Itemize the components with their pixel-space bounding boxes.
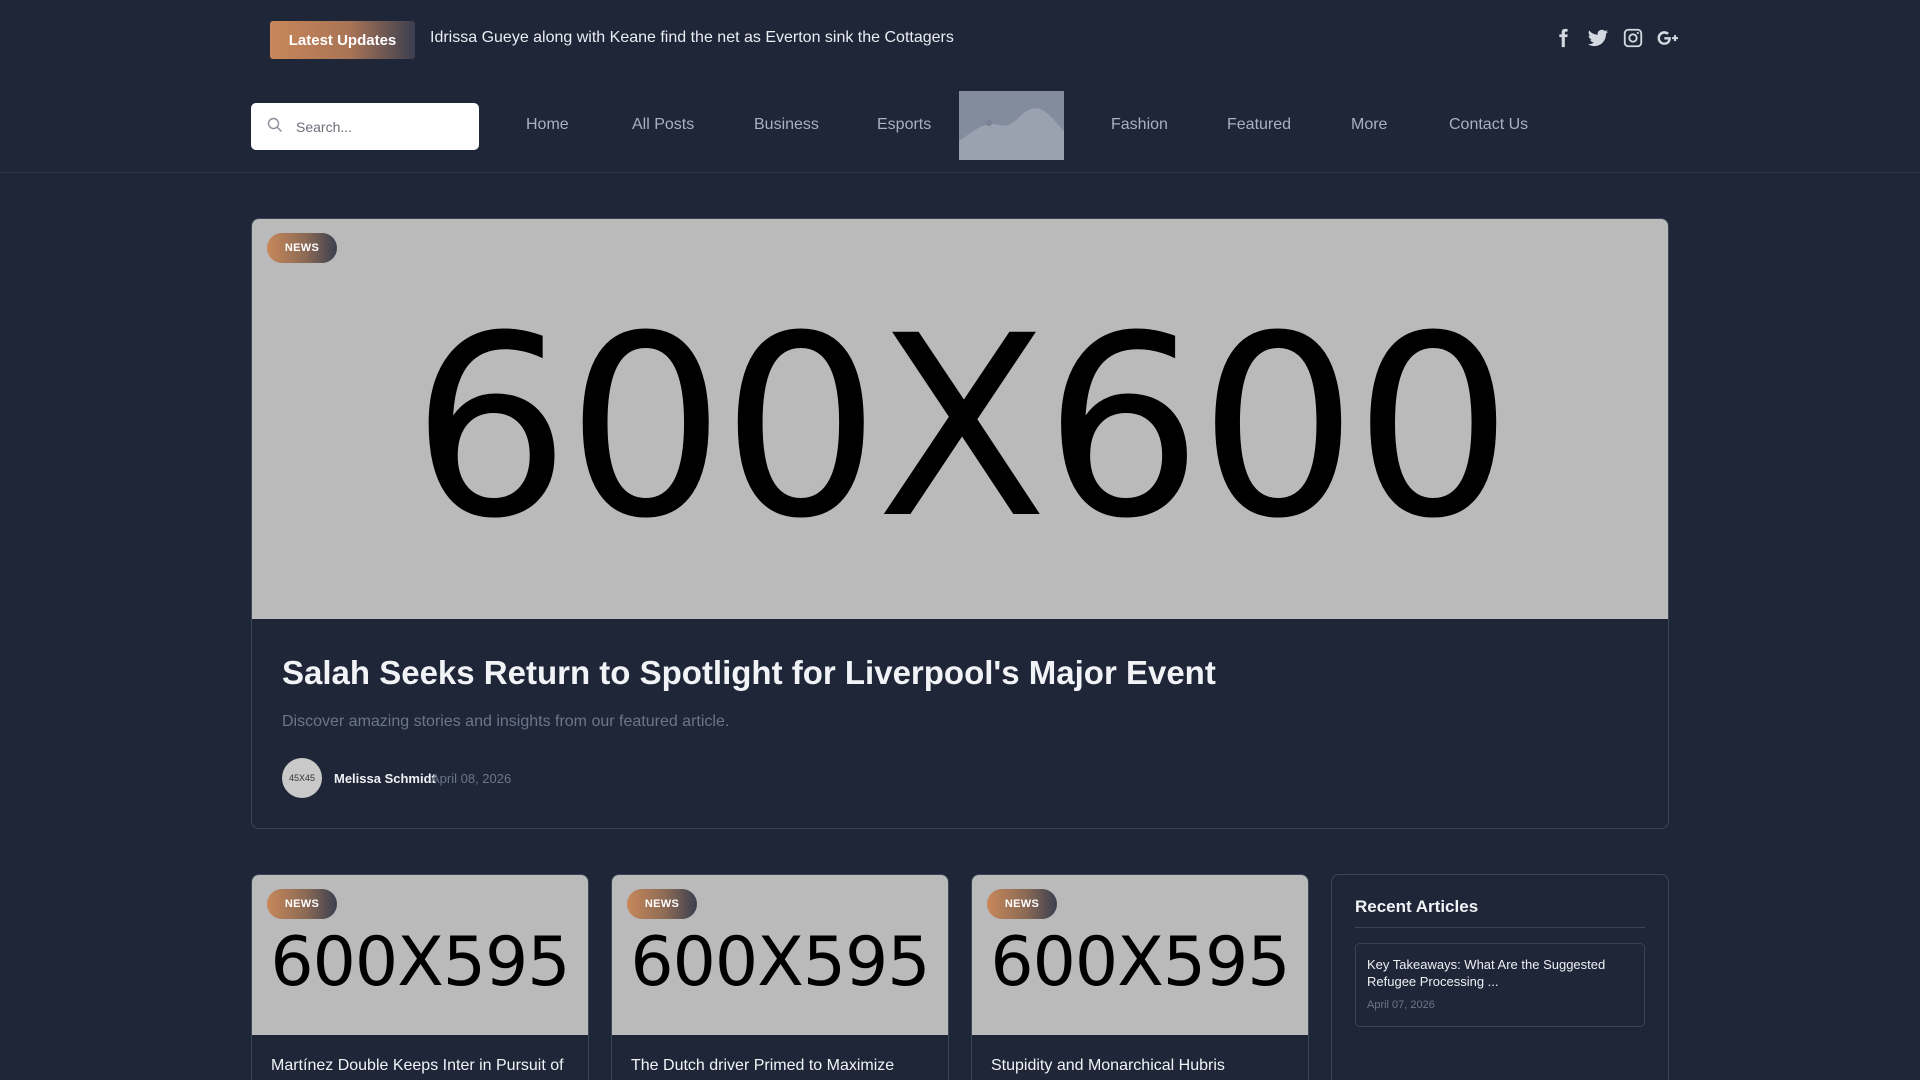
article-card[interactable]: 600X595 NEWS Stupidity and Monarchical H… [971,874,1309,1080]
article-card-title[interactable]: The Dutch driver Primed to Maximize [631,1055,931,1077]
search-input[interactable] [296,103,471,150]
nav-item-featured[interactable]: Featured [1227,116,1291,134]
article-card[interactable]: 600X595 NEWS The Dutch driver Primed to … [611,874,949,1080]
google-plus-icon[interactable] [1657,26,1679,50]
article-card[interactable]: 600X595 NEWS Martínez Double Keeps Inter… [251,874,589,1080]
publish-date: April 08, 2026 [431,771,512,786]
main-navigation: Home All Posts Business Esports Fashion … [0,78,1920,173]
article-card-title[interactable]: Stupidity and Monarchical Hubris [991,1055,1291,1077]
recent-articles-widget: Recent Articles Key Takeaways: What Are … [1331,874,1669,1080]
facebook-icon[interactable] [1552,26,1574,50]
divider [1355,927,1645,928]
site-logo-placeholder[interactable] [959,91,1064,160]
featured-article-excerpt: Discover amazing stories and insights fr… [282,713,730,730]
nav-item-business[interactable]: Business [754,116,819,134]
category-badge[interactable]: NEWS [267,889,337,919]
featured-article[interactable]: 600X600 NEWS Salah Seeks Return to Spotl… [251,218,1669,829]
category-badge[interactable]: NEWS [267,233,337,263]
search-icon [267,117,282,132]
image-placeholder-icon [959,91,1064,160]
twitter-icon[interactable] [1587,26,1609,50]
category-badge[interactable]: NEWS [987,889,1057,919]
nav-item-esports[interactable]: Esports [877,116,931,134]
recent-article-date: April 07, 2026 [1367,999,1435,1011]
latest-updates-badge: Latest Updates [270,21,415,59]
nav-item-all-posts[interactable]: All Posts [632,116,694,134]
recent-articles-heading: Recent Articles [1355,897,1479,916]
recent-article-title[interactable]: Key Takeaways: What Are the Suggested Re… [1367,956,1635,990]
nav-item-fashion[interactable]: Fashion [1111,116,1168,134]
featured-article-image[interactable]: 600X600 [252,219,1668,619]
image-placeholder-label: 600X595 [630,922,930,1002]
author-name[interactable]: Melissa Schmidt [334,771,436,786]
instagram-icon[interactable] [1622,26,1644,50]
article-card-title[interactable]: Martínez Double Keeps Inter in Pursuit o… [271,1055,571,1077]
image-placeholder-label: 600X595 [270,922,570,1002]
image-placeholder-label: 600X595 [990,922,1290,1002]
nav-item-more[interactable]: More [1351,116,1387,134]
featured-article-title[interactable]: Salah Seeks Return to Spotlight for Live… [282,654,1216,692]
category-badge[interactable]: NEWS [627,889,697,919]
recent-article-item[interactable]: Key Takeaways: What Are the Suggested Re… [1355,943,1645,1027]
author-avatar: 45X45 [282,758,322,798]
top-bar: Latest Updates Idrissa Gueye along with … [0,0,1920,78]
image-placeholder-label: 600X600 [411,282,1513,573]
nav-item-home[interactable]: Home [526,116,569,134]
nav-item-contact-us[interactable]: Contact Us [1449,116,1528,134]
news-ticker-headline[interactable]: Idrissa Gueye along with Keane find the … [430,29,954,47]
search-box[interactable] [251,103,479,150]
social-links [1552,26,1679,50]
